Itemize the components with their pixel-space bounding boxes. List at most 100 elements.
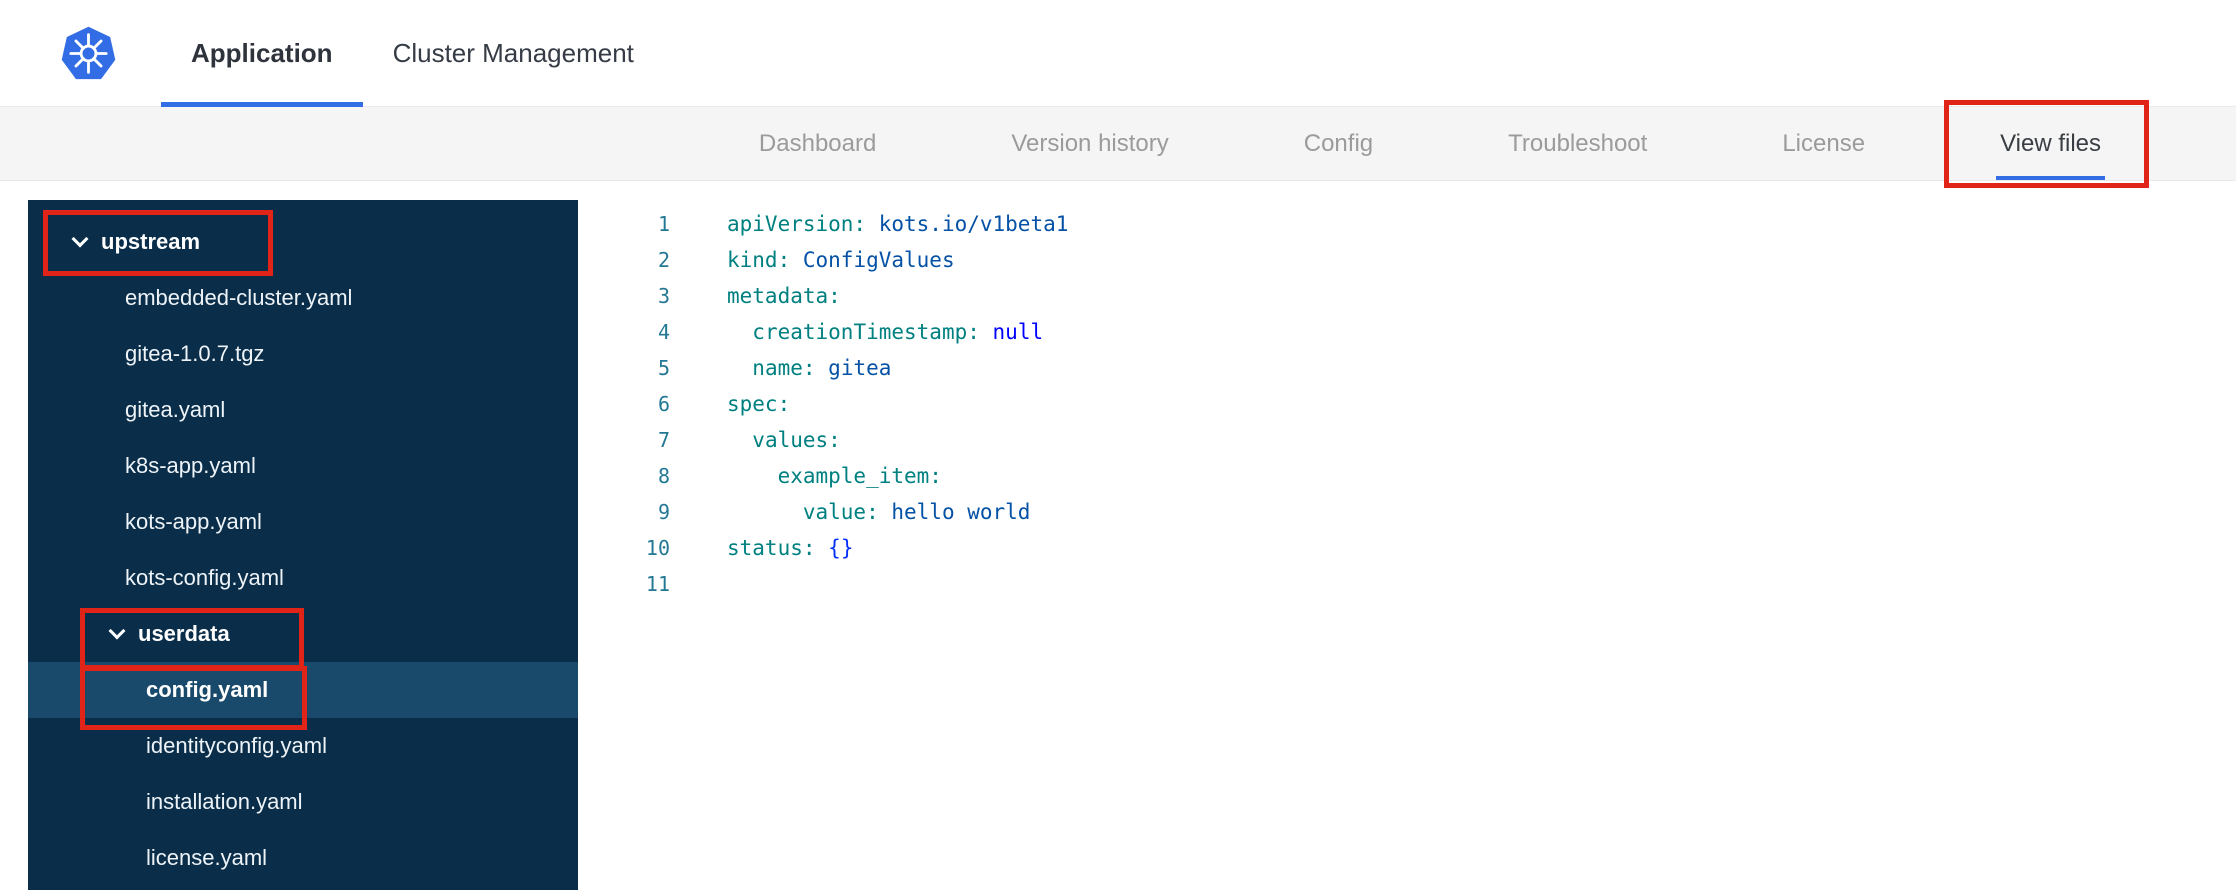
code-token: apiVersion: [727, 212, 867, 236]
subnav-tab-config[interactable]: Config [1304, 107, 1373, 180]
file-name: embedded-cluster.yaml [125, 285, 353, 310]
code-line-content: creationTimestamp: null [727, 314, 1043, 350]
app-subnav-tabs: Dashboard Version history Config Troublesho… [0, 107, 2236, 180]
line-number: 10 [645, 536, 670, 560]
code-line: 6 spec: [578, 386, 2236, 422]
line-number: 5 [657, 356, 670, 380]
file-name: k8s-app.yaml [125, 453, 256, 478]
code-line-content: apiVersion: kots.io/v1beta1 [727, 206, 1068, 242]
code-token: metadata: [727, 284, 841, 308]
code-line-content: kind: ConfigValues [727, 242, 955, 278]
file-name: identityconfig.yaml [146, 733, 327, 758]
line-number: 6 [657, 392, 670, 416]
file-tree-item-config-yaml[interactable]: config.yaml [28, 662, 578, 718]
line-number: 9 [657, 500, 670, 524]
top-nav: Application Cluster Management [161, 0, 664, 107]
code-token: value: [802, 500, 879, 524]
file-tree-item-k8s-app-yaml[interactable]: k8s-app.yaml [28, 438, 578, 494]
code-token: spec: [727, 392, 791, 416]
code-token: kots.io/v1beta1 [878, 212, 1069, 236]
code-line: 7 values: [578, 422, 2236, 458]
code-line: 5 name: gitea [578, 350, 2236, 386]
code-line: 10 status: {} [578, 530, 2236, 566]
chevron-down-icon [71, 230, 89, 247]
line-number: 2 [657, 248, 670, 272]
file-tree-item-identityconfig-yaml[interactable]: identityconfig.yaml [28, 718, 578, 774]
code-line: 2 kind: ConfigValues [578, 242, 2236, 278]
code-line: 3 metadata: [578, 278, 2236, 314]
chevron-down-icon [108, 622, 126, 639]
code-line: 11 [578, 566, 2236, 602]
code-token: creationTimestamp: [752, 320, 980, 344]
line-number: 4 [657, 320, 670, 344]
line-number: 7 [657, 428, 670, 452]
code-line: 9 value: hello world [578, 494, 2236, 530]
code-token: values: [752, 428, 841, 452]
code-line-content: values: [727, 422, 841, 458]
file-name: kots-config.yaml [125, 565, 284, 590]
code-line-content: name: gitea [727, 350, 891, 386]
file-name: config.yaml [146, 677, 269, 702]
file-name: gitea.yaml [125, 397, 226, 422]
code-line-content: metadata: [727, 278, 841, 314]
file-name: license.yaml [146, 845, 268, 870]
file-tree-item-gitea-yaml[interactable]: gitea.yaml [28, 382, 578, 438]
file-tree-item-embedded-cluster-yaml[interactable]: embedded-cluster.yaml [28, 270, 578, 326]
line-number: 11 [645, 572, 670, 596]
line-number: 8 [657, 464, 670, 488]
code-line-content: spec: [727, 386, 790, 422]
code-token: status: [727, 536, 816, 560]
top-tab-cluster-management[interactable]: Cluster Management [363, 0, 664, 106]
code-line-content: value: hello world [727, 494, 1031, 530]
main-content: upstream embedded-cluster.yaml gitea-1.0.7… [0, 181, 2236, 890]
file-name: gitea-1.0.7.tgz [125, 341, 265, 366]
code-token: hello world [891, 500, 1031, 524]
top-header: Application Cluster Management [0, 0, 2236, 107]
folder-name: userdata [138, 621, 230, 646]
subnav-tab-dashboard[interactable]: Dashboard [759, 107, 876, 180]
line-number: 1 [657, 212, 670, 236]
code-line-content: status: {} [727, 530, 853, 566]
code-line: 1 apiVersion: kots.io/v1beta1 [578, 206, 2236, 242]
line-number: 3 [657, 284, 670, 308]
subnav-tab-version-history[interactable]: Version history [1011, 107, 1168, 180]
code-token: kind: [727, 248, 791, 272]
file-tree-item-kots-app-yaml[interactable]: kots-app.yaml [28, 494, 578, 550]
code-token: ConfigValues [802, 248, 955, 272]
code-line: 4 creationTimestamp: null [578, 314, 2236, 350]
kots-admin-console: Application Cluster Management Dashboard V… [0, 0, 2236, 890]
code-token: name: [752, 356, 816, 380]
file-tree-item-gitea-1-0-7-tgz[interactable]: gitea-1.0.7.tgz [28, 326, 578, 382]
file-tree-sidebar: upstream embedded-cluster.yaml gitea-1.0.7… [28, 200, 578, 890]
top-tab-application[interactable]: Application [161, 0, 363, 107]
code-editor[interactable]: 1 apiVersion: kots.io/v1beta1 2 kind: Confi… [578, 200, 2236, 602]
subnav-tab-view-files[interactable]: View files [1996, 107, 2105, 180]
file-tree-item-installation-yaml[interactable]: installation.yaml [28, 774, 578, 830]
file-tree-item-license-yaml[interactable]: license.yaml [28, 830, 578, 886]
file-tree-item-userdata[interactable]: userdata [28, 606, 578, 662]
file-name: kots-app.yaml [125, 509, 262, 534]
kubernetes-logo-icon [60, 25, 117, 82]
code-token: gitea [828, 356, 892, 380]
code-token: {} [828, 536, 854, 560]
file-tree-item-upstream[interactable]: upstream [28, 214, 578, 270]
file-tree-item-kots-config-yaml[interactable]: kots-config.yaml [28, 550, 578, 606]
subnav-tab-license[interactable]: License [1782, 107, 1865, 180]
subnav-tab-troubleshoot[interactable]: Troubleshoot [1508, 107, 1647, 180]
code-line: 8 example_item: [578, 458, 2236, 494]
file-name: installation.yaml [146, 789, 303, 814]
folder-name: upstream [101, 229, 201, 254]
code-line-content: example_item: [727, 458, 942, 494]
app-subnav: Dashboard Version history Config Troublesho… [0, 107, 2236, 181]
